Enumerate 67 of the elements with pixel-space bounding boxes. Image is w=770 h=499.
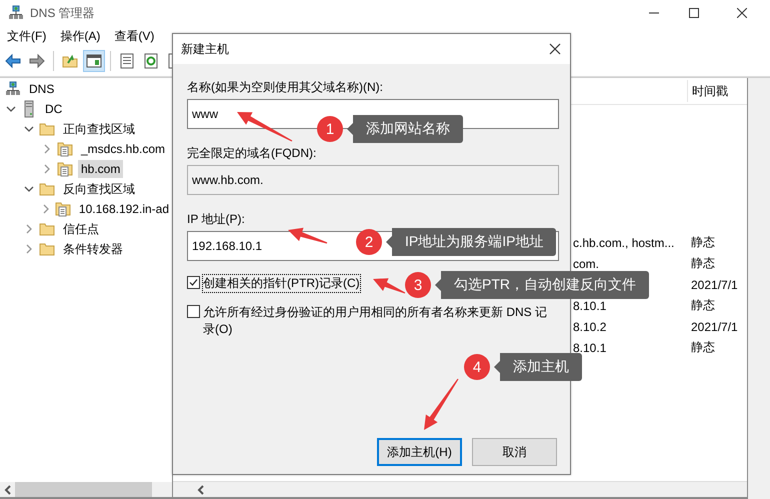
add-host-button[interactable]: 添加主机(H)	[377, 438, 462, 466]
pointer-arrow	[288, 228, 328, 244]
readonly-field: www.hb.com.	[187, 165, 559, 195]
table-cell-text: 静态	[690, 339, 715, 356]
checkbox[interactable]	[187, 305, 200, 318]
tree-item[interactable]: 10.168.192.in-ad	[76, 200, 172, 218]
table-cell: 8.10.2	[573, 320, 606, 334]
chevron-right-icon[interactable]	[26, 244, 32, 254]
checkbox-label[interactable]: 允许所有经过身份验证的用户用相同的所有者名称来更新 DNS 记录(O)	[203, 304, 553, 338]
table-cell: 8.10.1	[573, 298, 606, 312]
pointer-arrow	[237, 112, 292, 142]
field-label: 名称(如果为空则使用其父域名称)(N):	[187, 80, 384, 94]
chevron-right-icon[interactable]	[42, 204, 49, 214]
scrollbar-thumb[interactable]	[15, 482, 152, 497]
table-cell: com.	[573, 256, 600, 270]
scroll-left-icon[interactable]	[4, 484, 11, 494]
dialog-title: 新建主机	[181, 40, 230, 58]
table-cell-text: 2021/7/1	[690, 276, 738, 294]
table-cell-text: 静态	[690, 255, 715, 272]
network-server-icon	[8, 5, 24, 21]
pointer-arrow	[373, 278, 406, 294]
close-icon[interactable]	[737, 8, 747, 18]
chevron-right-icon[interactable]	[26, 224, 32, 234]
checkbox[interactable]	[187, 276, 200, 289]
network-server-icon	[5, 81, 21, 97]
cancel-button[interactable]: 取消	[472, 438, 557, 466]
column-header[interactable]: 时间戳	[687, 80, 728, 102]
pointer-arrow	[424, 378, 458, 430]
tree-item[interactable]: 信任点	[60, 218, 102, 240]
folder-icon	[39, 122, 55, 136]
table-cell-text: 静态	[690, 234, 715, 251]
tree-item[interactable]: 反向查找区域	[60, 178, 138, 200]
chevron-down-icon[interactable]	[6, 106, 16, 112]
table-cell-text: 静态	[690, 297, 715, 314]
menu-item[interactable]: 文件(F)	[0, 28, 54, 44]
table-cell-text: 2021/7/1	[690, 318, 738, 336]
scroll-left-icon[interactable]	[197, 484, 204, 494]
chevron-down-icon[interactable]	[24, 186, 34, 192]
tree-item[interactable]: _msdcs.hb.com	[78, 140, 168, 158]
table-cell: 8.10.1	[573, 340, 606, 354]
checkbox-label[interactable]: 创建相关的指针(PTR)记录(C)	[203, 275, 360, 292]
folder-icon	[39, 242, 55, 256]
folder-icon	[39, 222, 55, 236]
field-label: IP 地址(P):	[187, 212, 246, 226]
menu-item[interactable]: 操作(A)	[53, 28, 108, 44]
menu-item[interactable]: 查看(V)	[107, 28, 162, 44]
zone-file-icon	[57, 161, 73, 177]
zone-file-icon	[57, 141, 73, 157]
tree-item[interactable]: 正向查找区域	[60, 118, 138, 140]
annotation-tooltip: IP地址为服务端IP地址	[386, 228, 556, 256]
tree-item[interactable]: DNS	[26, 80, 58, 98]
close-icon[interactable]	[549, 43, 561, 55]
annotation-tooltip: 勾选PTR，自动创建反向文件	[435, 271, 649, 299]
maximize-icon[interactable]	[689, 8, 699, 18]
annotation-tooltip: 添加网站名称	[347, 115, 463, 143]
tree-item[interactable]: 条件转发器	[60, 238, 126, 260]
annotation-tooltip: 添加主机	[494, 353, 582, 381]
folder-icon	[39, 182, 55, 196]
chevron-right-icon[interactable]	[44, 164, 50, 174]
chevron-down-icon[interactable]	[24, 126, 34, 132]
zone-file-icon	[54, 201, 71, 217]
tree-item[interactable]: DC	[42, 100, 66, 118]
table-cell: c.hb.com., hostm...	[573, 236, 674, 250]
field-label: 完全限定的域名(FQDN):	[187, 146, 318, 160]
tree-item[interactable]: hb.com	[78, 160, 124, 178]
window-title: DNS 管理器	[30, 4, 95, 22]
chevron-right-icon[interactable]	[44, 144, 50, 154]
